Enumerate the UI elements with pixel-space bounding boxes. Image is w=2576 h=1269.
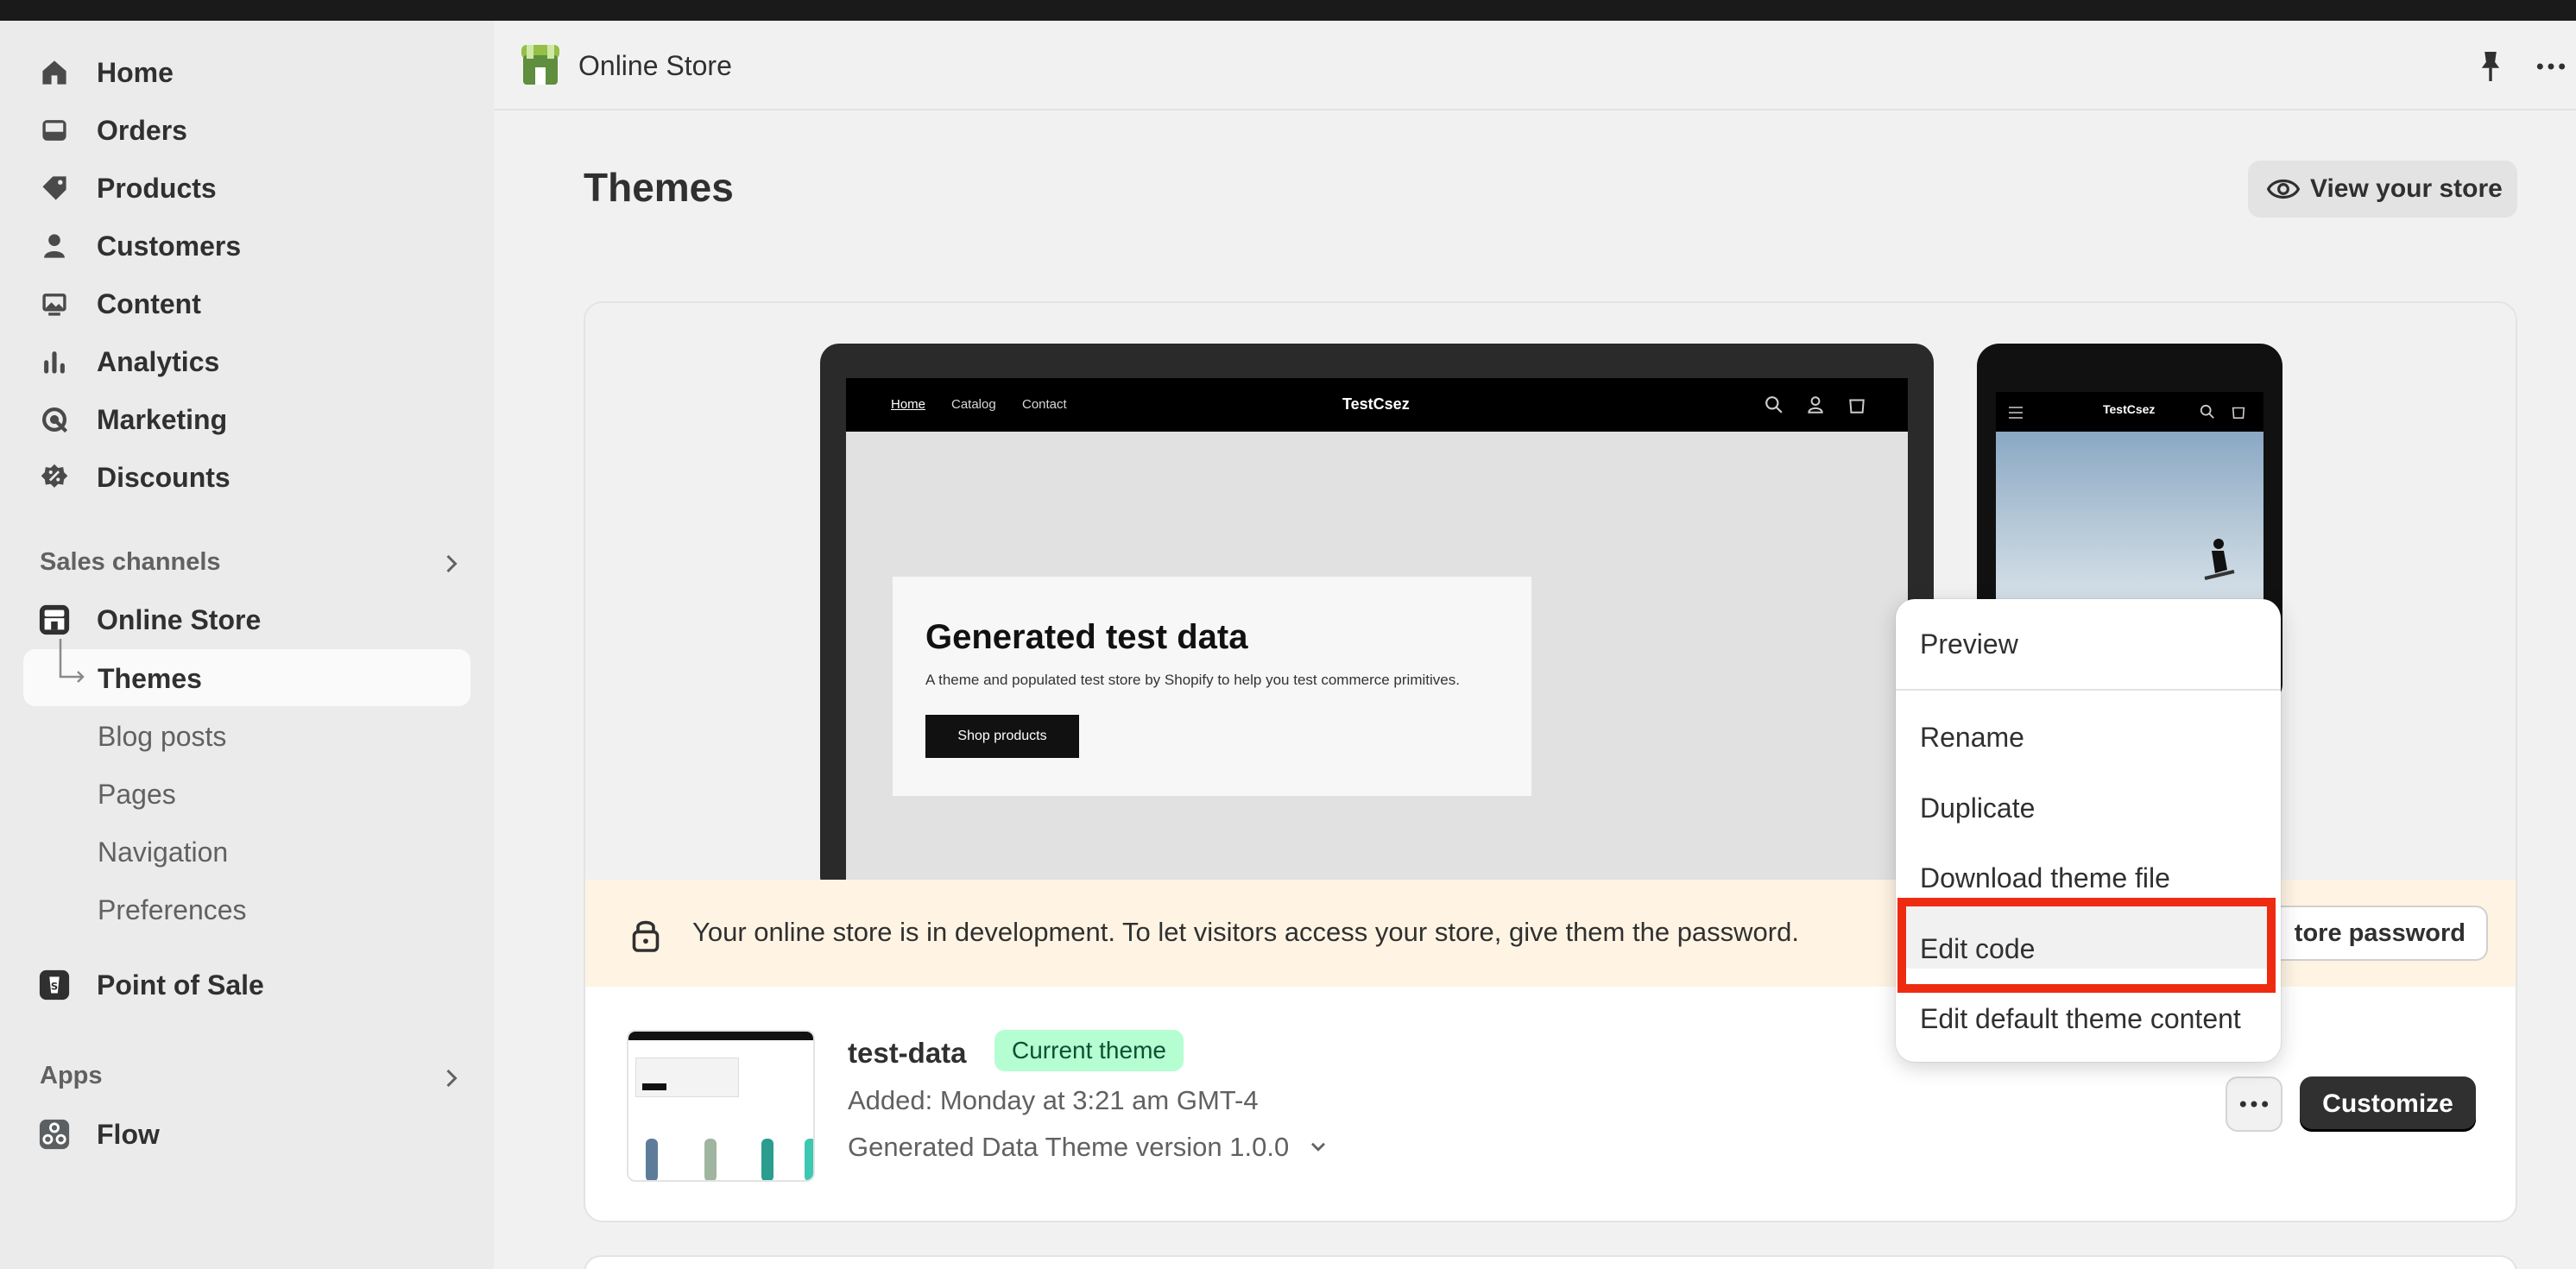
preview-nav-catalog: Catalog: [951, 397, 996, 412]
chevron-down-icon: [1311, 1142, 1326, 1152]
sidebar-item-label: Flow: [97, 1118, 160, 1150]
sidebar-item-point-of-sale[interactable]: S Point of Sale: [38, 961, 264, 1009]
online-store-app-icon: [521, 45, 559, 85]
flow-icon: [38, 1118, 71, 1151]
svg-text:S: S: [51, 981, 58, 993]
main-header: [494, 21, 2576, 110]
pin-icon[interactable]: [2476, 50, 2505, 83]
preview-nav-home: Home: [891, 397, 926, 412]
sidebar-item-analytics[interactable]: Analytics: [38, 338, 219, 386]
sidebar-item-content[interactable]: Content: [38, 280, 201, 328]
search-icon: [2200, 404, 2214, 419]
sidebar-item-marketing[interactable]: Marketing: [38, 395, 227, 444]
chevron-right-icon[interactable]: [439, 1065, 464, 1091]
cart-icon: [2232, 407, 2245, 420]
chevron-right-icon[interactable]: [439, 551, 464, 577]
view-store-button[interactable]: View your store: [2248, 161, 2517, 218]
sidebar-item-label: Products: [97, 172, 217, 204]
cart-icon: [1849, 399, 1865, 414]
preview-hero-title: Generated test data: [925, 618, 1248, 656]
discount-icon: [38, 461, 71, 494]
view-store-label: View your store: [2310, 174, 2503, 203]
theme-thumbnail[interactable]: [627, 1030, 815, 1182]
store-icon: [38, 603, 71, 636]
menu-item-download-theme-file[interactable]: Download theme file: [1920, 862, 2170, 894]
pos-icon: S: [38, 969, 71, 1001]
menu-item-preview[interactable]: Preview: [1920, 628, 2018, 660]
desktop-preview: Home Catalog Contact TestCsez Generated …: [820, 344, 1934, 896]
lock-icon: [632, 920, 660, 952]
preview-store-name: TestCsez: [1342, 395, 1410, 413]
sidebar-subitem-themes[interactable]: Themes: [98, 657, 202, 700]
sidebar-item-customers[interactable]: Customers: [38, 222, 241, 270]
tag-icon: [38, 172, 71, 205]
sidebar-item-label: Online Store: [97, 603, 262, 635]
theme-added-date: Added: Monday at 3:21 am GMT-4: [848, 1085, 1259, 1115]
preview-nav: Home Catalog Contact TestCsez: [846, 378, 1908, 432]
account-icon: [1808, 396, 1823, 414]
sidebar-item-label: Discounts: [97, 461, 230, 493]
person-icon: [38, 230, 71, 262]
sidebar-item-label: Home: [97, 56, 174, 88]
sidebar-item-online-store[interactable]: Online Store: [38, 596, 261, 644]
page-title: Themes: [584, 165, 734, 210]
sidebar-item-label: Marketing: [97, 403, 228, 435]
menu-item-edit-default-theme-content[interactable]: Edit default theme content: [1920, 1003, 2241, 1035]
header-title: Online Store: [578, 50, 732, 81]
menu-icon: [2009, 407, 2023, 419]
theme-version-label: Generated Data Theme version 1.0.0: [848, 1132, 1290, 1162]
sidebar-item-label: Analytics: [97, 345, 220, 377]
sidebar-item-label: Customers: [97, 230, 242, 262]
sidebar-item-themes[interactable]: [23, 649, 470, 706]
sidebar-item-home[interactable]: Home: [38, 48, 174, 97]
sidebar-item-label: Content: [97, 287, 201, 319]
sidebar-item-orders[interactable]: Orders: [38, 106, 187, 155]
apps-heading: Apps: [40, 1062, 103, 1089]
sidebar-item-label: Orders: [97, 114, 187, 146]
current-theme-badge: Current theme: [994, 1030, 1184, 1071]
sidebar-subitem-navigation[interactable]: Navigation: [98, 830, 228, 874]
menu-item-duplicate[interactable]: Duplicate: [1920, 792, 2035, 824]
sidebar-item-label: Point of Sale: [97, 969, 264, 1001]
theme-name: test-data: [848, 1037, 967, 1069]
preview-nav-contact: Contact: [1022, 397, 1067, 412]
sidebar-subitem-pages[interactable]: Pages: [98, 773, 176, 816]
sales-channels-heading: Sales channels: [40, 548, 221, 576]
customize-button[interactable]: Customize: [2300, 1076, 2476, 1132]
preview-shop-button: Shop products: [925, 715, 1079, 758]
menu-divider: [1896, 689, 2281, 691]
sidebar-subitem-blog-posts[interactable]: Blog posts: [98, 715, 226, 758]
theme-version[interactable]: Generated Data Theme version 1.0.0: [848, 1132, 1330, 1163]
theme-actions-button[interactable]: [2226, 1076, 2282, 1132]
image-icon: [38, 287, 71, 320]
eye-icon: [2267, 179, 2300, 199]
inbox-icon: [38, 114, 71, 147]
sidebar-item-discounts[interactable]: Discounts: [38, 453, 230, 502]
sidebar-subitem-preferences[interactable]: Preferences: [98, 888, 247, 931]
bar-chart-icon: [38, 345, 71, 378]
preview-mobile-store-name: TestCsez: [2103, 402, 2156, 416]
sidebar-item-flow[interactable]: Flow: [38, 1110, 160, 1159]
preview-hero-subtitle: A theme and populated test store by Shop…: [925, 672, 1460, 688]
preview-hero: Generated test data A theme and populate…: [893, 577, 1531, 796]
tree-branch-icon: [59, 639, 85, 683]
home-icon: [38, 56, 71, 89]
development-banner-text: Your online store is in development. To …: [692, 917, 1799, 947]
highlight-box: [1897, 898, 2276, 993]
target-icon: [38, 403, 71, 436]
search-icon: [1765, 396, 1783, 414]
top-system-bar: [0, 0, 2576, 21]
sidebar-item-products[interactable]: Products: [38, 164, 217, 212]
more-horizontal-icon: [2239, 1101, 2269, 1108]
more-horizontal-icon[interactable]: [2535, 54, 2567, 79]
menu-item-rename[interactable]: Rename: [1920, 722, 2024, 754]
theme-library-card: [584, 1255, 2517, 1269]
